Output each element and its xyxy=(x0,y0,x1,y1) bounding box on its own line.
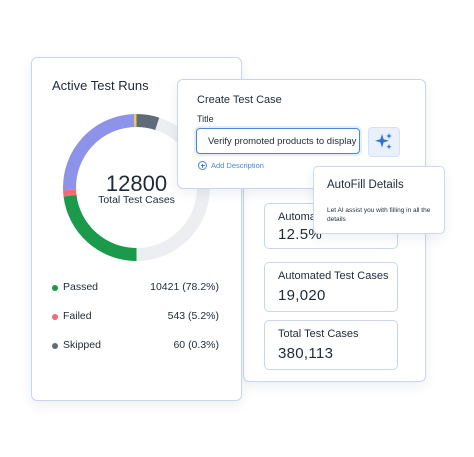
autofill-title: AutoFill Details xyxy=(327,179,404,191)
legend-label: Failed xyxy=(63,310,92,322)
legend-item-passed: Passed 10421 (78.2%) xyxy=(52,281,219,295)
title-field-label: Title xyxy=(197,114,214,124)
stat-label: Automated Test Cases xyxy=(278,270,389,282)
stat-value: 19,020 xyxy=(278,287,326,304)
autofill-description: Let AI assist you with filling in all th… xyxy=(327,207,431,223)
legend-label: Passed xyxy=(63,281,99,293)
legend-item-failed: Failed 543 (5.2%) xyxy=(52,310,219,324)
ai-autofill-button[interactable] xyxy=(368,127,400,157)
legend-value: 543 (5.2%) xyxy=(167,310,219,322)
legend-label: Skipped xyxy=(63,339,101,351)
sparkles-icon xyxy=(375,133,392,150)
stat-label: Automa xyxy=(278,211,316,223)
donut-skipped-segment xyxy=(136,114,160,131)
stat-card-automated-test-cases: Automated Test Cases 19,020 xyxy=(264,262,398,312)
autofill-tooltip: AutoFill Details Let AI assist you with … xyxy=(313,166,445,234)
stat-label: Total Test Cases xyxy=(278,328,359,340)
legend-value: 60 (0.3%) xyxy=(173,339,219,351)
stat-card-total-test-cases: Total Test Cases 380,113 xyxy=(264,320,398,370)
dialog-title: Create Test Case xyxy=(197,94,282,106)
add-description-label: Add Description xyxy=(211,161,264,170)
skipped-dot-icon xyxy=(52,343,58,349)
card-title: Active Test Runs xyxy=(52,78,149,93)
title-input[interactable] xyxy=(196,128,360,154)
stat-value: 380,113 xyxy=(278,345,334,362)
passed-dot-icon xyxy=(52,285,58,291)
plus-circle-icon xyxy=(198,161,207,170)
legend-item-skipped: Skipped 60 (0.3%) xyxy=(52,339,219,353)
total-test-cases-label: Total Test Cases xyxy=(98,194,175,206)
failed-dot-icon xyxy=(52,314,58,320)
legend-value: 10421 (78.2%) xyxy=(150,281,219,293)
